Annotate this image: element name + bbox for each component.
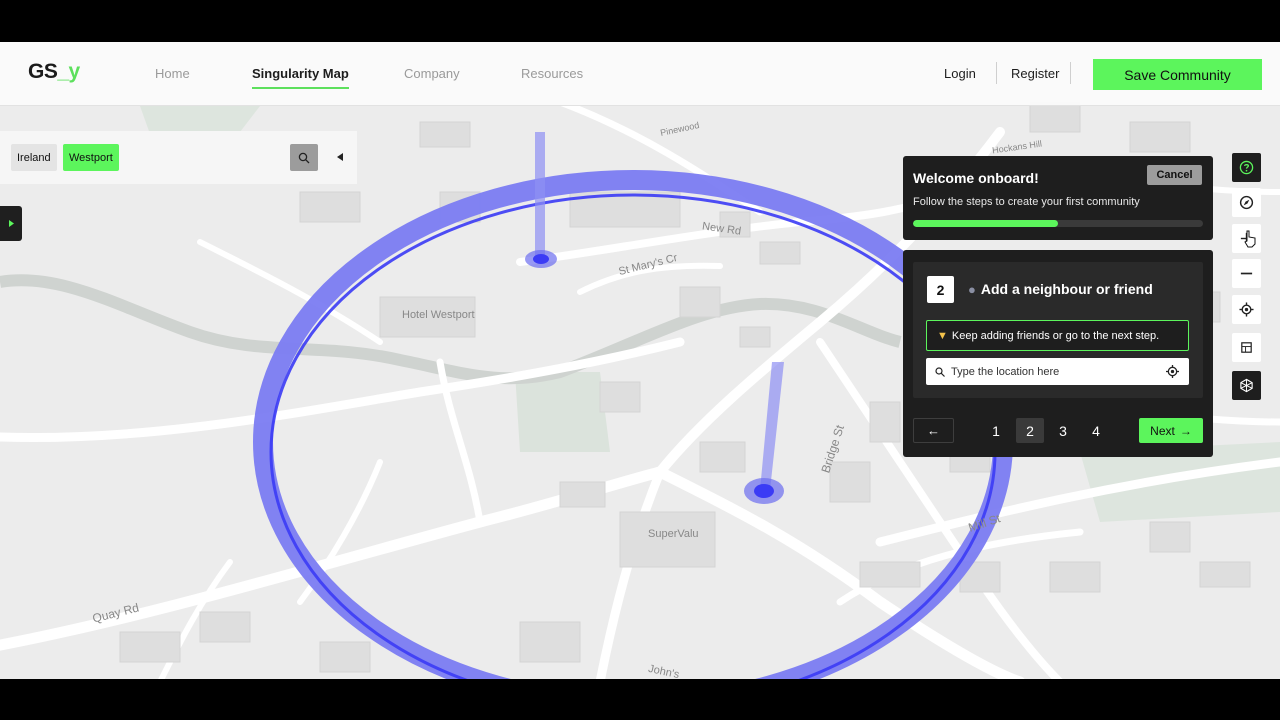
pointing-hand-icon: ▼ (937, 329, 948, 342)
location-filter-bar: Ireland Westport (0, 131, 357, 184)
header-divider (1070, 62, 1071, 84)
caret-left-icon (337, 153, 343, 161)
letterbox-top (0, 0, 1280, 42)
step-content: 2 ● Add a neighbour or friend ▼ Keep addin… (913, 262, 1203, 398)
cancel-button[interactable]: Cancel (1147, 165, 1202, 185)
save-community-button[interactable]: Save Community (1093, 59, 1262, 90)
sidebar-toggle-button[interactable] (0, 206, 22, 241)
zoom-out-icon (1240, 272, 1253, 275)
location-search-field[interactable] (926, 358, 1189, 385)
help-button[interactable] (1232, 153, 1261, 182)
arrow-right-icon: → (1179, 423, 1192, 438)
login-link[interactable]: Login (944, 66, 976, 81)
progress-fill (913, 220, 1058, 227)
step-panel: 2 ● Add a neighbour or friend ▼ Keep addin… (903, 250, 1213, 457)
compass-icon (1239, 195, 1254, 210)
help-icon (1239, 160, 1254, 175)
back-button[interactable]: ← (913, 418, 954, 443)
page-1-button[interactable]: 1 (982, 418, 1010, 443)
layers-icon (1241, 342, 1252, 353)
map-label-hotel-westport: Hotel Westport (402, 309, 475, 321)
collapse-panel-button[interactable] (333, 148, 347, 166)
nav-resources[interactable]: Resources (521, 66, 583, 81)
onboarding-progress-bar (913, 220, 1203, 227)
compass-button[interactable] (1232, 188, 1261, 217)
letterbox-bottom (0, 679, 1280, 720)
zoom-out-button[interactable] (1232, 259, 1261, 288)
3d-view-button[interactable] (1232, 371, 1261, 400)
logo[interactable]: GS_y (28, 60, 80, 84)
header-divider (996, 62, 997, 84)
nav-company[interactable]: Company (404, 66, 460, 81)
search-icon (298, 152, 310, 163)
location-input[interactable] (951, 365, 1151, 378)
search-icon (935, 366, 945, 377)
step-hint: ▼ Keep adding friends or go to the next s… (926, 320, 1189, 351)
register-link[interactable]: Register (1011, 66, 1059, 81)
locate-button[interactable] (1232, 295, 1261, 324)
page-2-button[interactable]: 2 (1016, 418, 1044, 443)
welcome-subtitle: Follow the steps to create your first co… (913, 196, 1140, 208)
page-3-button[interactable]: 3 (1049, 418, 1077, 443)
locate-icon (1239, 302, 1254, 317)
caret-right-icon (8, 220, 14, 227)
nav-singularity-map[interactable]: Singularity Map (252, 66, 349, 89)
app-viewport: Pinewood Hockans Hill New Rd St Mary's C… (0, 42, 1280, 679)
next-button[interactable]: Next → (1139, 418, 1203, 443)
search-button[interactable] (290, 144, 318, 171)
step-title: ● Add a neighbour or friend (968, 281, 1153, 297)
people-icon: ● (968, 282, 976, 297)
target-location-icon[interactable] (1166, 365, 1179, 378)
layers-button[interactable] (1232, 333, 1261, 362)
welcome-title: Welcome onboard! (913, 170, 1039, 186)
top-navbar: GS_y Home Singularity Map Company Resour… (0, 42, 1280, 106)
3d-view-icon (1240, 378, 1253, 393)
chip-ireland[interactable]: Ireland (11, 144, 57, 171)
welcome-panel: Welcome onboard! Cancel Follow the steps… (903, 156, 1213, 240)
mouse-cursor-icon (1244, 230, 1256, 248)
step-number-badge: 2 (927, 276, 954, 303)
chip-westport[interactable]: Westport (63, 144, 119, 171)
nav-home[interactable]: Home (155, 66, 190, 81)
map-label-supervalu: SuperValu (648, 528, 699, 540)
page-4-button[interactable]: 4 (1082, 418, 1110, 443)
